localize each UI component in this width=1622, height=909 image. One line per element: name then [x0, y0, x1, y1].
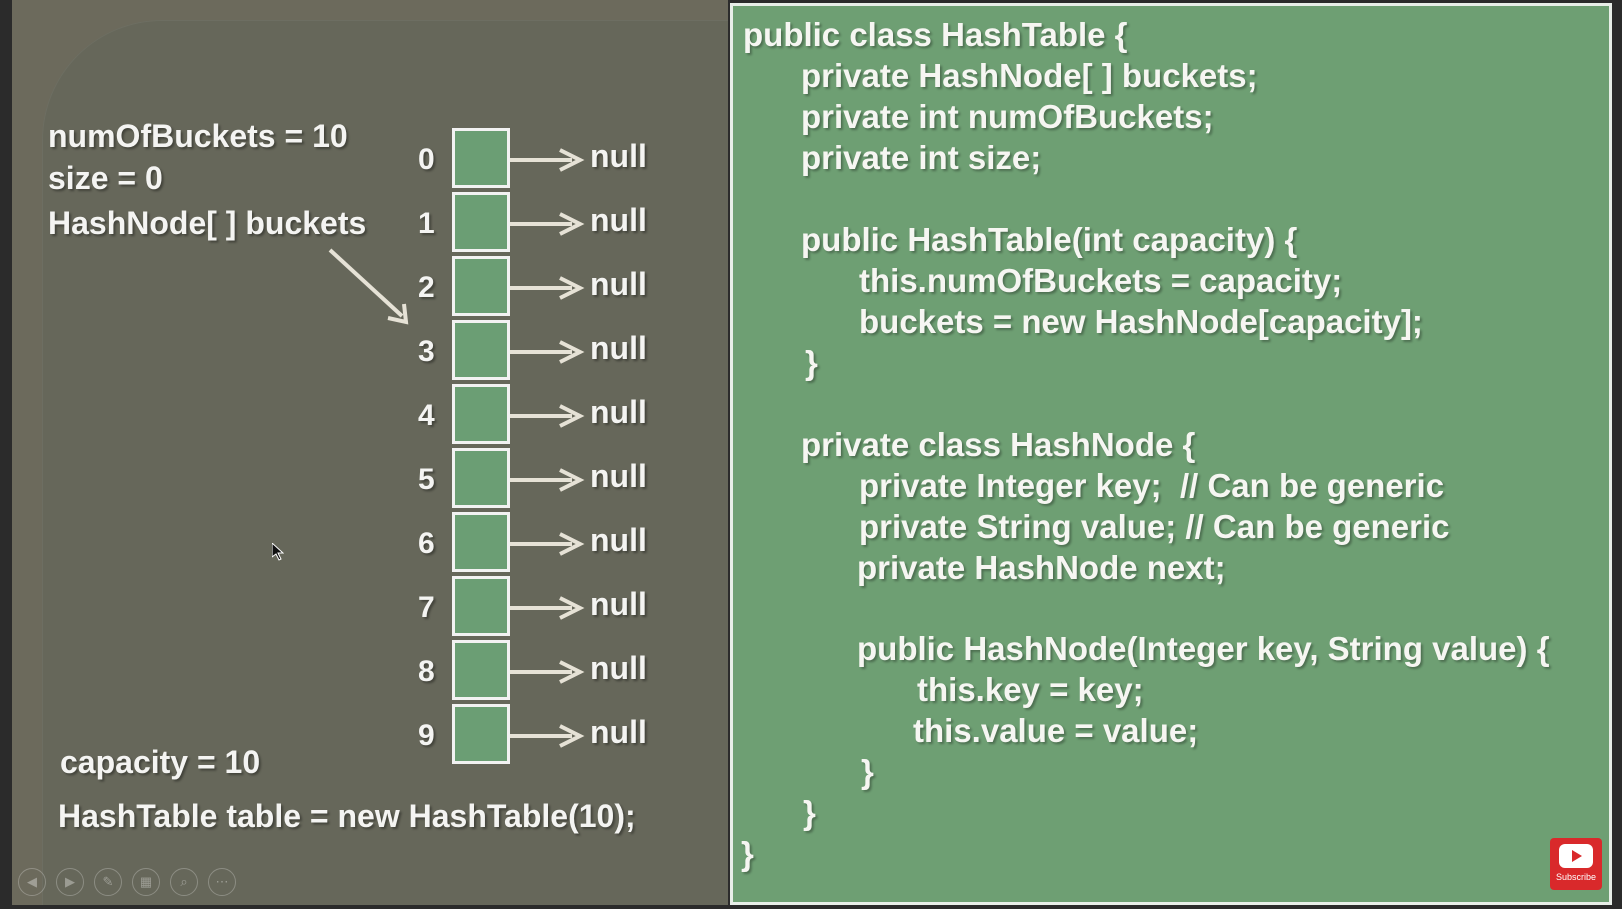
bucket-index: 7 [418, 591, 435, 624]
bucket-index: 8 [418, 655, 435, 688]
bucket-cell [452, 704, 510, 764]
code-line: } [861, 753, 874, 790]
subscribe-button[interactable]: Subscribe [1550, 838, 1602, 890]
code-line: this.key = key; [917, 671, 1144, 708]
bucket-null-label: null [590, 394, 647, 430]
bucket-null-label: null [590, 650, 647, 686]
play-icon [1559, 844, 1593, 868]
code-line: } [803, 794, 816, 831]
code-line: private String value; // Can be generic [859, 508, 1450, 545]
code-line: } [741, 835, 754, 872]
bucket-null-label: null [590, 586, 647, 622]
prev-icon[interactable]: ◀ [18, 868, 46, 896]
bucket-cell [452, 576, 510, 636]
constructor-call-text: HashTable table = new HashTable(10); [58, 798, 636, 834]
code-line: private Integer key; // Can be generic [859, 467, 1445, 504]
bucket-null-label: null [590, 458, 647, 494]
code-panel: public class HashTable { private HashNode… [730, 3, 1612, 905]
bucket-index: 5 [418, 463, 435, 496]
cursor-icon [271, 541, 285, 566]
bucket-index: 1 [418, 207, 435, 240]
bucket-index: 0 [418, 143, 435, 176]
bucket-cell [452, 512, 510, 572]
code-line: this.numOfBuckets = capacity; [859, 262, 1343, 299]
slides-icon[interactable]: ▦ [132, 868, 160, 896]
bucket-null-label: null [590, 138, 647, 174]
code-line: private HashNode[ ] buckets; [801, 57, 1258, 94]
code-line: public HashNode(Integer key, String valu… [857, 630, 1550, 667]
bucket-index: 4 [418, 399, 435, 432]
bucket-index: 2 [418, 271, 435, 304]
bucket-cell [452, 320, 510, 380]
code-line: } [805, 344, 818, 381]
bucket-null-label: null [590, 522, 647, 558]
bucket-index: 3 [418, 335, 435, 368]
code-line: this.value = value; [913, 712, 1199, 749]
bucket-cell [452, 640, 510, 700]
code-line: private int numOfBuckets; [801, 98, 1214, 135]
next-icon[interactable]: ▶ [56, 868, 84, 896]
bucket-cell [452, 256, 510, 316]
pen-icon[interactable]: ✎ [94, 868, 122, 896]
code-line: private int size; [801, 139, 1042, 176]
bucket-null-label: null [590, 202, 647, 238]
bucket-cell [452, 192, 510, 252]
slide-left-panel: numOfBuckets = 10 size = 0 HashNode[ ] b… [12, 0, 728, 905]
bucket-null-label: null [590, 714, 647, 750]
code-line: buckets = new HashNode[capacity]; [859, 303, 1423, 340]
bucket-index: 6 [418, 527, 435, 560]
bucket-cell [452, 384, 510, 444]
capacity-text: capacity = 10 [60, 744, 261, 780]
more-icon[interactable]: ⋯ [208, 868, 236, 896]
bucket-null-label: null [590, 330, 647, 366]
bucket-cell [452, 448, 510, 508]
buckets-pointer-arrow [328, 248, 404, 318]
bucket-cell [452, 128, 510, 188]
code-line: private HashNode next; [857, 549, 1226, 586]
code-line: public HashTable(int capacity) { [801, 221, 1298, 258]
bucket-null-label: null [590, 266, 647, 302]
subscribe-label: Subscribe [1555, 872, 1597, 882]
bucket-index: 9 [418, 719, 435, 752]
code-line: private class HashNode { [801, 426, 1196, 463]
zoom-icon[interactable]: ⌕ [170, 868, 198, 896]
code-line: public class HashTable { [743, 16, 1128, 53]
